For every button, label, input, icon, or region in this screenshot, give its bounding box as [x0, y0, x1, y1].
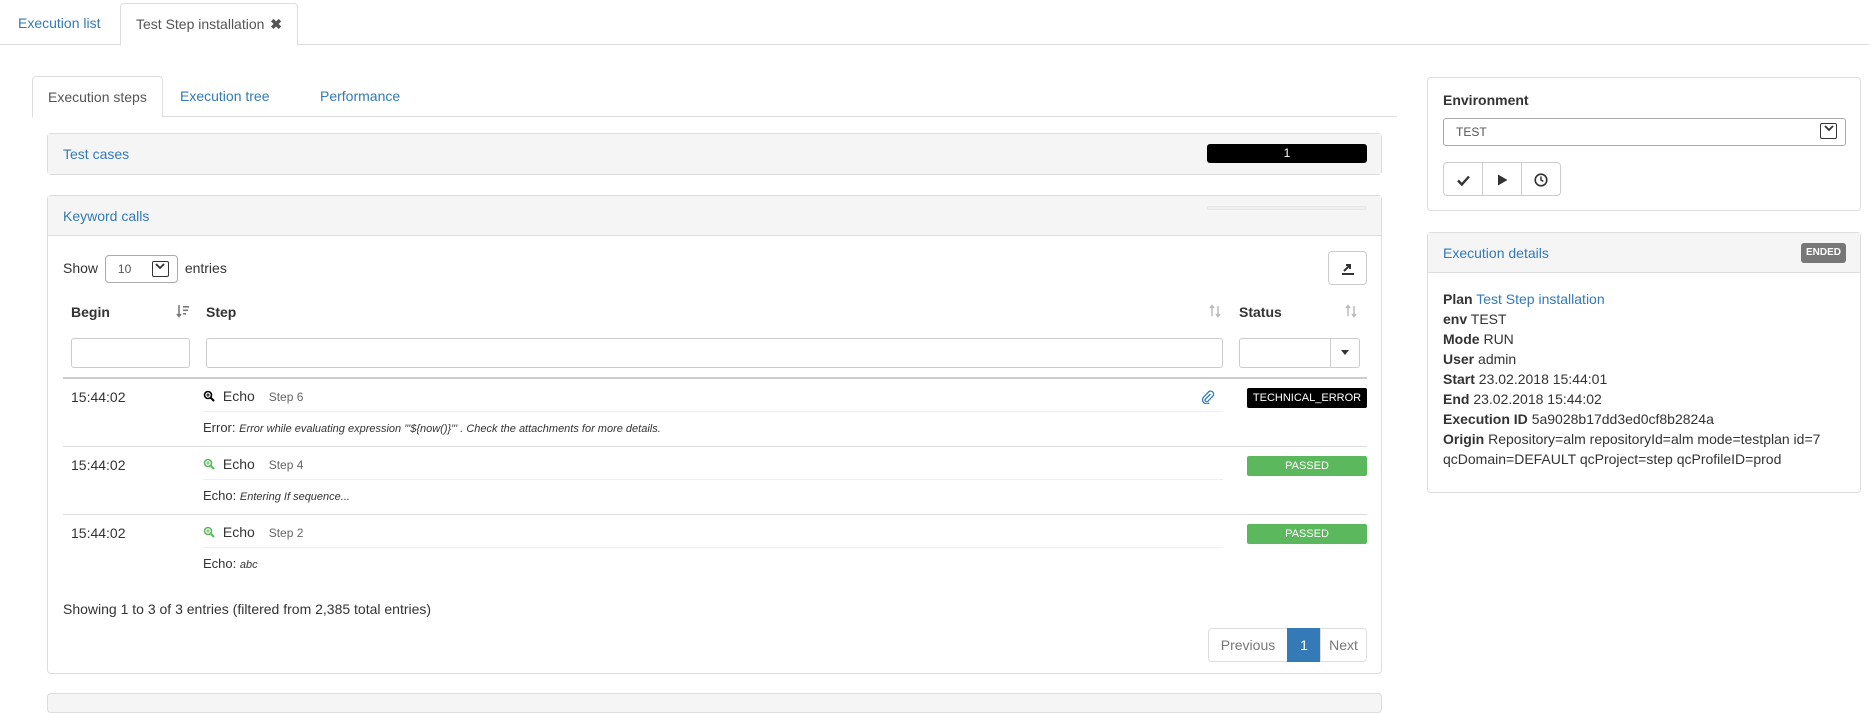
execution-details-title[interactable]: Execution details [1443, 245, 1549, 261]
previous-page-button[interactable]: Previous [1208, 628, 1288, 662]
chevron-down-icon[interactable] [1820, 123, 1837, 139]
pagination: Previous 1 Next [1208, 628, 1367, 662]
status-badge: PASSED [1247, 456, 1367, 476]
execution-details-body: Plan Test Step installation env TEST Mod… [1443, 289, 1853, 469]
status-badge: TECHNICAL_ERROR [1247, 388, 1367, 408]
export-icon [1341, 264, 1354, 276]
detail-plan: Plan Test Step installation [1443, 291, 1605, 307]
environment-value: TEST [1456, 125, 1487, 139]
keyword-calls-panel: Keyword calls Show 10 entries Begin Step… [47, 195, 1382, 674]
test-cases-header[interactable]: Test cases [48, 134, 1381, 174]
export-button[interactable] [1328, 251, 1367, 285]
run-button[interactable] [1482, 162, 1522, 196]
row-step: Echo Step 4 [203, 456, 1223, 480]
row-message-text: Entering If sequence... [239, 491, 350, 503]
page-1-button[interactable]: 1 [1287, 628, 1321, 662]
row-keyword: Echo [222, 456, 255, 472]
row-message-text: Error while evaluating expression '"${no… [239, 423, 661, 435]
zoom-in-icon[interactable] [203, 390, 217, 405]
show-entries-control: Show 10 entries [63, 254, 227, 284]
next-page-button[interactable]: Next [1320, 628, 1367, 662]
row-message: Echo: Entering If sequence... [203, 488, 350, 503]
test-cases-title[interactable]: Test cases [63, 146, 129, 162]
clock-icon [1534, 173, 1548, 187]
detail-mode: Mode RUN [1443, 331, 1514, 347]
table-info: Showing 1 to 3 of 3 entries (filtered fr… [63, 601, 432, 617]
sort-both-icon[interactable] [1344, 304, 1358, 321]
table-row: 15:44:02 Echo Step 2 Echo: abc PASSED [63, 515, 1367, 583]
show-label: Show [63, 260, 99, 276]
detail-end: End 23.02.2018 15:44:02 [1443, 391, 1602, 407]
check-icon [1456, 175, 1470, 187]
status-filter-input[interactable] [1239, 338, 1331, 368]
tab-execution-list[interactable]: Execution list [3, 3, 115, 45]
test-cases-panel: Test cases 1 [47, 133, 1382, 175]
tab-performance[interactable]: Performance [305, 76, 415, 117]
row-keyword: Echo [222, 388, 255, 404]
zoom-in-icon[interactable] [203, 458, 217, 473]
environment-panel: Environment TEST [1427, 77, 1861, 211]
row-message-prefix: Echo: [203, 556, 237, 571]
keyword-calls-progress [1207, 206, 1367, 210]
execution-tab-bar: Execution steps Execution tree Performan… [32, 76, 1397, 118]
row-begin-time: 15:44:02 [71, 389, 126, 405]
column-header-step[interactable]: Step [206, 304, 236, 320]
status-badge: ENDED [1800, 243, 1846, 263]
row-message-text: abc [239, 559, 258, 571]
zoom-in-icon[interactable] [203, 526, 217, 541]
row-step-number: Step 2 [268, 526, 304, 540]
table-row: 15:44:02 Echo Step 6 Error: Error while … [63, 379, 1367, 447]
column-header-status[interactable]: Status [1239, 304, 1282, 320]
environment-title: Environment [1443, 92, 1529, 108]
next-panel-edge [47, 693, 1382, 713]
row-step: Echo Step 6 [203, 388, 1223, 412]
detail-execution-id: Execution ID 5a9028b17dd3ed0cf8b2824a [1443, 411, 1714, 427]
row-step: Echo Step 2 [203, 524, 1223, 548]
row-step-number: Step 6 [268, 390, 304, 404]
page-size-value: 10 [117, 262, 132, 277]
execution-details-panel: Execution details ENDED Plan Test Step i… [1427, 232, 1861, 493]
caret-down-icon [1341, 350, 1349, 355]
detail-start: Start 23.02.2018 15:44:01 [1443, 371, 1608, 387]
sort-desc-icon[interactable] [176, 304, 190, 321]
detail-env: env TEST [1443, 311, 1507, 327]
entries-label: entries [184, 260, 227, 276]
status-filter-dropdown[interactable] [1330, 338, 1360, 368]
close-icon[interactable]: ✖ [270, 16, 282, 32]
row-message-prefix: Echo: [203, 488, 237, 503]
tab-execution-steps[interactable]: Execution steps [32, 76, 163, 118]
begin-filter-input[interactable] [71, 338, 190, 368]
detail-origin: Origin Repository=alm repositoryId=alm m… [1443, 431, 1821, 467]
check-button[interactable] [1443, 162, 1483, 196]
keyword-calls-header[interactable]: Keyword calls [48, 196, 1381, 236]
environment-select[interactable]: TEST [1443, 118, 1846, 146]
tab-test-step-installation[interactable]: Test Step installation ✖ [120, 3, 299, 46]
detail-user: User admin [1443, 351, 1517, 367]
row-message-prefix: Error: [203, 420, 236, 435]
schedule-button[interactable] [1521, 162, 1561, 196]
tab-execution-tree[interactable]: Execution tree [165, 76, 285, 117]
faded-background-text [77, 183, 80, 195]
test-cases-count-badge: 1 [1207, 144, 1367, 163]
tab-label: Test Step installation [136, 16, 265, 32]
table-row: 15:44:02 Echo Step 4 Echo: Entering If s… [63, 447, 1367, 515]
chevron-down-icon[interactable] [151, 261, 169, 278]
row-message: Echo: abc [203, 556, 258, 571]
status-badge: PASSED [1247, 524, 1367, 544]
row-begin-time: 15:44:02 [71, 457, 126, 473]
row-step-number: Step 4 [268, 458, 304, 472]
row-message: Error: Error while evaluating expression… [203, 420, 661, 435]
paperclip-icon[interactable] [1201, 390, 1215, 408]
row-keyword: Echo [222, 524, 255, 540]
page-size-select[interactable]: 10 [104, 255, 178, 284]
top-tab-bar: Execution list Test Step installation ✖ [0, 0, 1869, 46]
plan-link[interactable]: Test Step installation [1476, 291, 1604, 307]
column-header-begin[interactable]: Begin [71, 304, 110, 320]
step-filter-input[interactable] [206, 338, 1223, 368]
play-icon [1497, 174, 1507, 186]
keyword-calls-title[interactable]: Keyword calls [63, 208, 149, 224]
sort-both-icon[interactable] [1208, 304, 1222, 321]
execution-details-header: Execution details ENDED [1428, 233, 1860, 273]
row-begin-time: 15:44:02 [71, 525, 126, 541]
